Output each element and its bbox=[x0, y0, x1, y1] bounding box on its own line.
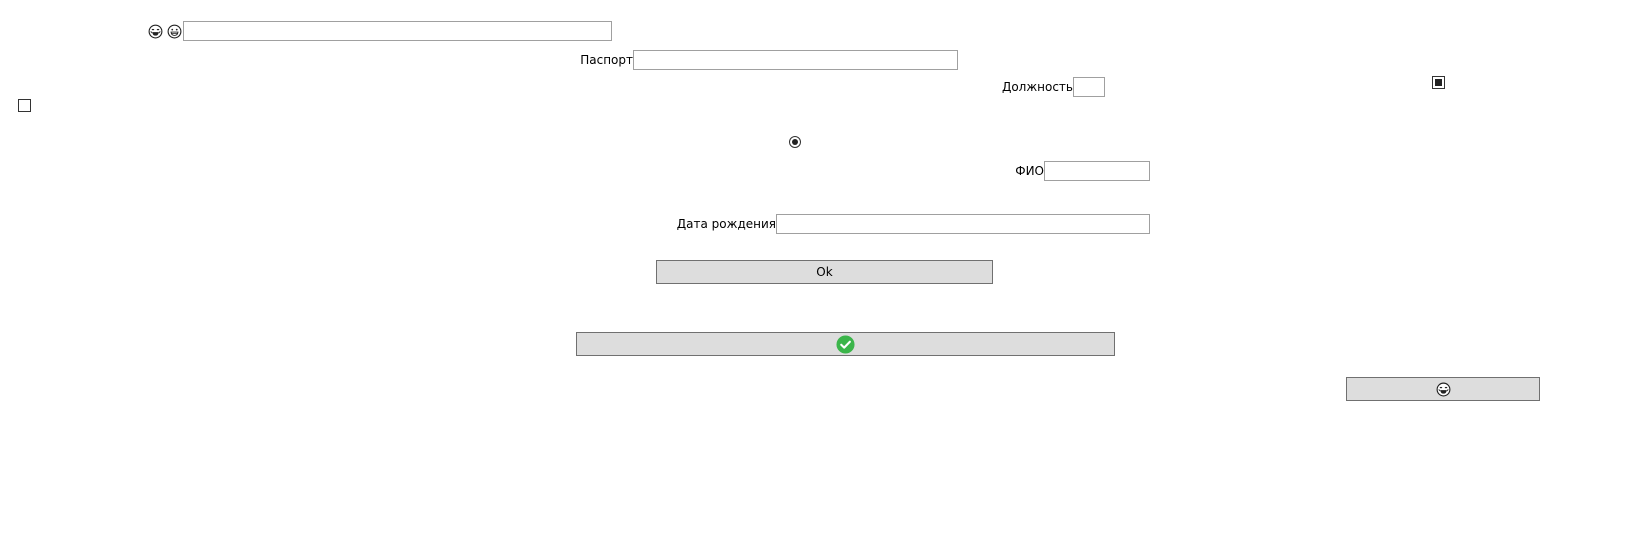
radio-button[interactable] bbox=[789, 136, 801, 148]
birthdate-field[interactable] bbox=[776, 214, 1150, 234]
fio-label: ФИО bbox=[1015, 164, 1044, 178]
emoji-button[interactable] bbox=[1346, 377, 1540, 401]
position-label: Должность bbox=[1001, 80, 1073, 94]
green-checkmark-icon bbox=[836, 334, 855, 354]
passport-field[interactable] bbox=[633, 50, 958, 70]
birthdate-label: Дата рождения bbox=[676, 217, 776, 231]
position-field[interactable] bbox=[1073, 77, 1105, 97]
grinning-face-icon bbox=[167, 24, 182, 39]
passport-label: Паспорт bbox=[580, 53, 633, 67]
indeterminate-checkbox[interactable] bbox=[1432, 76, 1445, 89]
left-checkbox[interactable] bbox=[18, 99, 31, 112]
confirm-button[interactable] bbox=[576, 332, 1115, 356]
laughing-face-icon bbox=[1436, 382, 1450, 396]
fio-field[interactable] bbox=[1044, 161, 1150, 181]
ok-button[interactable]: Ok bbox=[656, 260, 993, 284]
laughing-face-icon bbox=[148, 24, 163, 39]
search-input[interactable] bbox=[183, 21, 612, 41]
